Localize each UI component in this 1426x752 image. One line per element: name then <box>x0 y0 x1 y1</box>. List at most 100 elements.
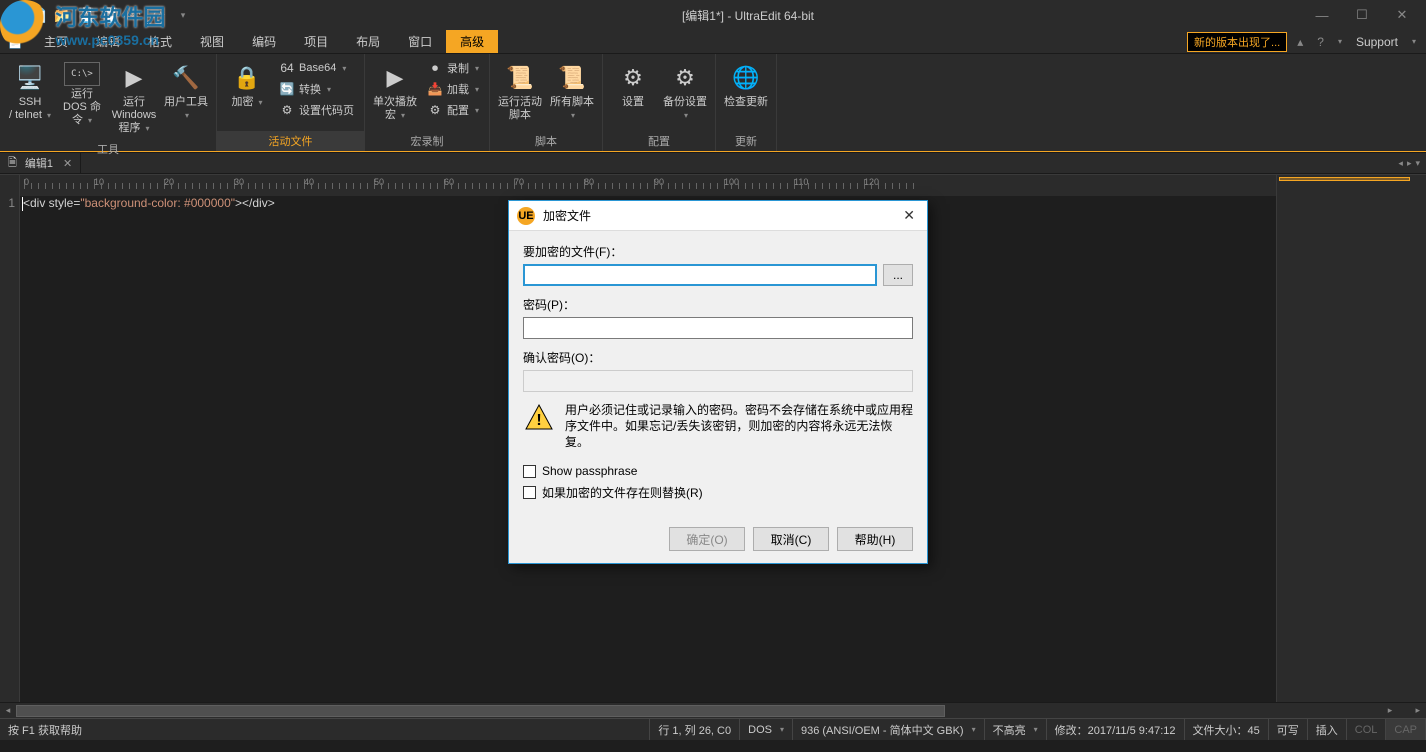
scroll-end-icon[interactable]: ▸ <box>1398 705 1426 716</box>
tab-list-icon[interactable]: ▾ <box>1415 158 1420 169</box>
save-all-icon[interactable]: 💾 <box>100 4 122 26</box>
status-filesize: 文件大小：45 <box>1185 719 1269 740</box>
ribbon-button-label: 配置 <box>447 102 469 118</box>
ribbon-button-label: 运行DOS 命令 ▾ <box>60 88 104 127</box>
ribbon-button-small[interactable]: 🔄转换▾ <box>275 79 358 99</box>
ribbon-button[interactable]: ▶运行Windows 程序 ▾ <box>110 58 158 139</box>
expand-ribbon-icon[interactable]: ▴ <box>1293 35 1307 49</box>
status-col[interactable]: COL <box>1347 719 1387 740</box>
ribbon-button[interactable]: C:\>运行DOS 命令 ▾ <box>58 58 106 131</box>
line-gutter: 1 <box>0 196 20 702</box>
macro-play-icon: ▶ <box>379 62 411 94</box>
confirm-password-input[interactable] <box>523 370 913 392</box>
status-cap[interactable]: CAP <box>1386 719 1426 740</box>
file-menu-icon[interactable]: 📄 <box>0 30 30 53</box>
close-button[interactable]: ✕ <box>1382 0 1422 30</box>
menu-item[interactable]: 项目 <box>290 30 342 53</box>
gear-icon: ⚙ <box>617 62 649 94</box>
ribbon-button-label: SSH/ telnet ▾ <box>9 96 51 122</box>
run-icon: ▶ <box>118 62 150 94</box>
ribbon-button[interactable]: 📜运行活动脚本 <box>496 58 544 126</box>
show-passphrase-checkbox[interactable] <box>523 465 536 478</box>
ribbon: 🖥️SSH/ telnet ▾C:\>运行DOS 命令 ▾▶运行Windows … <box>0 54 1426 152</box>
ribbon-button[interactable]: 🌐检查更新 <box>722 58 770 113</box>
menu-item[interactable]: 视图 <box>186 30 238 53</box>
help-dropdown-icon[interactable]: ▾ <box>1334 37 1346 46</box>
ribbon-button-small[interactable]: 64Base64▾ <box>275 58 358 78</box>
menu-item[interactable]: 高级 <box>446 30 498 53</box>
menu-item[interactable]: 编码 <box>238 30 290 53</box>
support-link[interactable]: Support <box>1352 35 1402 49</box>
file-input[interactable] <box>523 264 877 286</box>
new-file-icon[interactable]: 📄 <box>28 4 50 26</box>
ok-button[interactable]: 确定(O) <box>669 527 745 551</box>
status-modified: 修改：2017/11/5 9:47:12 <box>1047 719 1185 740</box>
menu-item[interactable]: 窗口 <box>394 30 446 53</box>
file-field-label: 要加密的文件(F)： <box>523 243 913 260</box>
ribbon-button-label: 备份设置 ▾ <box>663 96 707 122</box>
help-icon[interactable]: ? <box>1313 35 1328 49</box>
password-input[interactable] <box>523 317 913 339</box>
document-tabs: 🗎 编辑1 ✕ ◂ ▸ ▾ <box>0 152 1426 174</box>
status-position: 行 1, 列 26, C0 <box>650 719 740 740</box>
code-text: <div style= <box>23 196 80 210</box>
ribbon-group-label: 宏录制 <box>365 131 489 151</box>
scroll-right-icon[interactable]: ▸ <box>1382 705 1398 716</box>
ribbon-button[interactable]: 🔨用户工具 ▾ <box>162 58 210 126</box>
menu-item[interactable]: 格式 <box>134 30 186 53</box>
ribbon-button[interactable]: 🔒加密 ▾ <box>223 58 271 113</box>
scroll-thumb[interactable] <box>16 705 945 717</box>
status-encoding[interactable]: 936 (ANSI/OEM - 简体中文 GBK) <box>793 719 985 740</box>
dialog-close-icon[interactable]: ✕ <box>899 207 919 224</box>
undo-icon[interactable]: ↶ <box>124 4 146 26</box>
ribbon-button-small[interactable]: ⏺录制▾ <box>423 58 483 78</box>
ribbon-button-small[interactable]: ⚙设置代码页 <box>275 100 358 120</box>
ribbon-button-label: 单次播放宏 ▾ <box>373 96 417 122</box>
dialog-icon: UE <box>517 207 535 225</box>
menu-item[interactable]: 主页 <box>30 30 82 53</box>
status-highlight[interactable]: 不高亮 <box>985 719 1047 740</box>
ribbon-group: 📜运行活动脚本📜所有脚本 ▾脚本 <box>490 54 603 151</box>
tab-scroll-right-icon[interactable]: ▸ <box>1407 158 1412 169</box>
status-lineend[interactable]: DOS <box>740 719 793 740</box>
qat-dropdown-icon[interactable]: ▾ <box>172 4 194 26</box>
document-icon: 🗎 <box>8 154 17 173</box>
ribbon-button[interactable]: 🖥️SSH/ telnet ▾ <box>6 58 54 126</box>
replace-checkbox[interactable] <box>523 486 536 499</box>
support-dropdown-icon[interactable]: ▾ <box>1408 37 1420 46</box>
ruler: 0102030405060708090100110120 <box>20 175 1276 196</box>
minimize-button[interactable]: — <box>1302 0 1342 30</box>
maximize-button[interactable]: ☐ <box>1342 0 1382 30</box>
tab-scroll-left-icon[interactable]: ◂ <box>1398 158 1403 169</box>
status-insert[interactable]: 插入 <box>1308 719 1347 740</box>
ribbon-button-small[interactable]: ⚙配置▾ <box>423 100 483 120</box>
password-field-label: 密码(P)： <box>523 296 913 313</box>
help-button[interactable]: 帮助(H) <box>837 527 913 551</box>
ruler-row: 0102030405060708090100110120 <box>0 174 1426 196</box>
menu-item[interactable]: 布局 <box>342 30 394 53</box>
redo-icon[interactable]: ↷ <box>148 4 170 26</box>
ribbon-button[interactable]: ▶单次播放宏 ▾ <box>371 58 419 126</box>
ribbon-button[interactable]: 📜所有脚本 ▾ <box>548 58 596 126</box>
ribbon-button[interactable]: ⚙设置 <box>609 58 657 113</box>
horizontal-scrollbar[interactable]: ◂ ▸ ▸ <box>0 702 1426 718</box>
show-passphrase-label[interactable]: Show passphrase <box>542 464 637 478</box>
minimap-viewport[interactable] <box>1279 177 1410 181</box>
open-folder-icon[interactable]: 📂 <box>52 4 74 26</box>
ribbon-group-label: 活动文件 <box>217 131 364 151</box>
status-readwrite[interactable]: 可写 <box>1269 719 1308 740</box>
save-icon[interactable]: 💾 <box>76 4 98 26</box>
tab-close-icon[interactable]: ✕ <box>61 157 74 170</box>
ribbon-button-small[interactable]: 📥加载▾ <box>423 79 483 99</box>
document-tab[interactable]: 🗎 编辑1 ✕ <box>0 153 81 173</box>
minimap[interactable] <box>1276 196 1426 702</box>
ribbon-button[interactable]: ⚙备份设置 ▾ <box>661 58 709 126</box>
replace-label[interactable]: 如果加密的文件存在则替换(R) <box>542 484 703 501</box>
status-help: 按 F1 获取帮助 <box>0 719 650 740</box>
update-notice[interactable]: 新的版本出现了... <box>1187 32 1287 52</box>
scroll-left-icon[interactable]: ◂ <box>0 705 16 716</box>
browse-button[interactable]: ... <box>883 264 913 286</box>
encrypt-dialog: UE 加密文件 ✕ 要加密的文件(F)： ... 密码(P)： 确认密码(O)：… <box>508 200 928 564</box>
cancel-button[interactable]: 取消(C) <box>753 527 829 551</box>
menu-item[interactable]: 编辑 <box>82 30 134 53</box>
